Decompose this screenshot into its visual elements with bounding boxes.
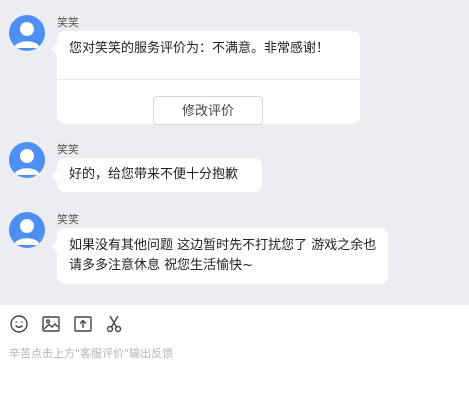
divider xyxy=(57,79,360,80)
message-input-placeholder[interactable]: 辛苦点击上方"客服评价"输出反馈 xyxy=(9,345,173,361)
message-text: 您对笑笑的服务评价为：不满意。非常感谢！ xyxy=(69,41,330,56)
image-icon[interactable] xyxy=(41,314,61,334)
scissors-icon[interactable] xyxy=(104,314,124,334)
sender-name: 笑笑 xyxy=(57,213,79,226)
avatar xyxy=(9,212,45,248)
emoji-icon[interactable] xyxy=(9,314,29,334)
chat-area: 笑笑 您对笑笑的服务评价为：不满意。非常感谢！ 修改评价 笑笑 好的，给您带来不… xyxy=(0,0,469,305)
user-avatar-icon xyxy=(14,219,40,245)
upload-icon[interactable] xyxy=(73,314,93,334)
input-toolbar xyxy=(0,314,469,334)
message-bubble: 您对笑笑的服务评价为：不满意。非常感谢！ 修改评价 xyxy=(51,31,360,125)
avatar xyxy=(9,15,45,51)
message-bubble: 如果没有其他问题 这边暂时先不打扰您了 游戏之余也请多多注意休息 祝您生活愉快~ xyxy=(51,228,388,284)
sender-name: 笑笑 xyxy=(57,16,79,29)
user-avatar-icon xyxy=(14,22,40,48)
message-text: 如果没有其他问题 这边暂时先不打扰您了 游戏之余也请多多注意休息 祝您生活愉快~ xyxy=(69,238,377,273)
message-bubble: 好的，给您带来不便十分抱歉 xyxy=(51,158,262,192)
message-text: 好的，给您带来不便十分抱歉 xyxy=(69,167,239,182)
modify-rating-button[interactable]: 修改评价 xyxy=(153,96,263,125)
sender-name: 笑笑 xyxy=(57,143,79,156)
user-avatar-icon xyxy=(14,149,40,175)
avatar xyxy=(9,142,45,178)
